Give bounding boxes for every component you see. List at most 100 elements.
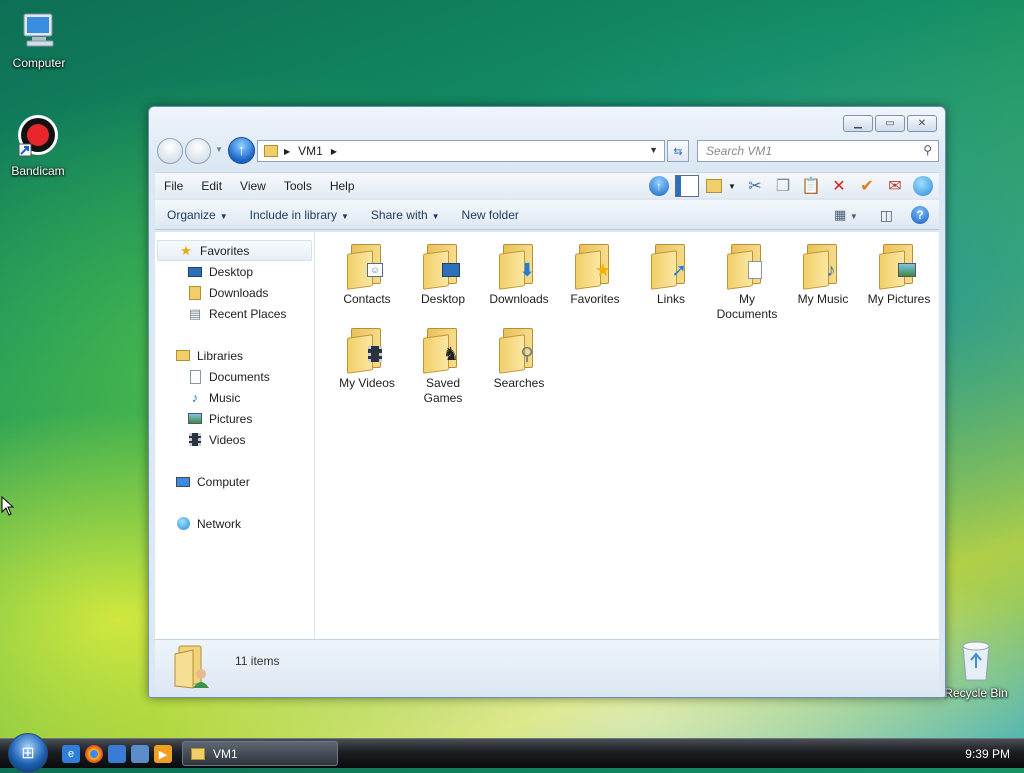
folder-icon	[725, 244, 769, 290]
folder-label: My Music	[797, 292, 849, 306]
start-button[interactable]: ⊞	[8, 733, 48, 773]
nav-pictures[interactable]: Pictures	[155, 408, 314, 429]
nav-favorites[interactable]: ★ Favorites	[157, 240, 312, 261]
folder-item[interactable]: My Videos	[329, 324, 405, 408]
document-icon	[187, 369, 203, 385]
search-icon[interactable]: ⚲	[923, 143, 932, 157]
nav-videos[interactable]: Videos	[155, 429, 314, 450]
chevron-down-icon: ▼	[219, 211, 228, 221]
chrome-icon[interactable]	[85, 745, 103, 763]
new-folder-label: New folder	[461, 207, 519, 222]
minimize-icon: ▁	[854, 118, 862, 129]
nav-downloads[interactable]: Downloads	[155, 282, 314, 303]
music-note-icon: ♪	[191, 390, 199, 405]
nav-label: Favorites	[200, 243, 250, 258]
download-arrow-icon: ⬇	[519, 259, 535, 280]
network-icon	[175, 516, 191, 532]
menu-edit[interactable]: Edit	[192, 179, 231, 193]
refresh-button[interactable]: ⇆	[667, 140, 689, 162]
folder-item[interactable]: ➚ Links	[633, 240, 709, 324]
nav-desktop[interactable]: Desktop	[155, 261, 314, 282]
new-folder-button[interactable]: New folder	[450, 208, 529, 222]
view-options-icon[interactable]: ▦ ▼	[834, 207, 858, 223]
menu-help[interactable]: Help	[321, 179, 364, 193]
folder-user-icon	[171, 644, 215, 690]
share-with-label: Share with	[370, 207, 428, 222]
folder-label: My Pictures	[867, 292, 931, 306]
desktop-icon-recycle-bin[interactable]: Recycle Bin	[940, 638, 1012, 700]
search-input[interactable]: Search VM1 ⚲	[697, 140, 939, 162]
folder-item[interactable]: ⬇ Downloads	[481, 240, 557, 324]
nav-computer[interactable]: Computer	[155, 471, 314, 492]
back-button[interactable]	[157, 138, 183, 164]
folder-item[interactable]: ☺ Contacts	[329, 240, 405, 324]
folder-item[interactable]: ⚲ Searches	[481, 324, 557, 408]
breadcrumb-separator-icon[interactable]: ▶	[331, 147, 337, 156]
clock[interactable]: 9:39 PM	[965, 747, 1010, 761]
command-bar: Organize ▼ Include in library ▼ Share with…	[155, 200, 939, 230]
menu-tools[interactable]: Tools	[275, 179, 321, 193]
menu-view[interactable]: View	[231, 179, 275, 193]
folder-options-icon[interactable]: ▼	[701, 175, 741, 197]
up-folder-icon[interactable]: ↑	[645, 175, 673, 197]
breadcrumb-separator-icon[interactable]: ▶	[284, 147, 290, 156]
nav-libraries[interactable]: Libraries	[155, 345, 314, 366]
chevron-down-icon: ▼	[341, 211, 349, 221]
organize-label: Organize	[167, 207, 216, 222]
navigation-bar: ▼ ↑ ▶ VM1 ▶ ▼ ⇆ Search VM1 ⚲	[157, 137, 939, 165]
show-desktop-icon[interactable]	[108, 745, 126, 763]
media-player-icon[interactable]: ▶	[154, 745, 172, 763]
folder-item[interactable]: My Pictures	[861, 240, 937, 324]
nav-documents[interactable]: Documents	[155, 366, 314, 387]
menu-file[interactable]: File	[155, 179, 192, 193]
chess-piece-icon: ♞	[442, 343, 460, 364]
desktop-icon-label: Computer	[12, 56, 66, 70]
share-with-button[interactable]: Share with ▼	[359, 208, 450, 222]
folder-icon: ★	[573, 244, 617, 290]
desktop-icon-computer[interactable]: Computer	[3, 10, 75, 70]
folder-item[interactable]: My Documents	[709, 240, 785, 324]
breadcrumb-vm1[interactable]: VM1	[298, 144, 323, 158]
delete-icon[interactable]: ✕	[825, 175, 853, 197]
internet-explorer-icon[interactable]: e	[62, 745, 80, 763]
help-button[interactable]: ?	[911, 206, 929, 224]
nav-music[interactable]: ♪ Music	[155, 387, 314, 408]
music-note-icon: ♪	[826, 259, 836, 280]
forward-button[interactable]	[185, 138, 211, 164]
desktop-icon-bandicam[interactable]: Bandicam	[2, 114, 74, 178]
preview-pane-icon[interactable]: ◫	[880, 207, 893, 224]
folder-label: My Videos	[339, 376, 395, 390]
globe-icon[interactable]	[909, 175, 937, 197]
folder-item[interactable]: Desktop	[405, 240, 481, 324]
panes-icon[interactable]	[673, 175, 701, 197]
folder-icon	[345, 328, 389, 374]
mouse-pointer-icon	[1, 496, 15, 516]
taskbar-button-vm1[interactable]: VM1	[182, 741, 338, 766]
folder-item[interactable]: ★ Favorites	[557, 240, 633, 324]
nav-network[interactable]: Network	[155, 513, 314, 534]
up-button[interactable]: ↑	[228, 137, 255, 164]
maximize-button[interactable]: ▭	[875, 115, 905, 132]
properties-check-icon[interactable]: ✔	[853, 175, 881, 197]
paste-icon[interactable]: 📋	[797, 175, 825, 197]
nav-recent-places[interactable]: ▤ Recent Places	[155, 303, 314, 324]
star-icon: ★	[180, 242, 192, 258]
include-in-library-button[interactable]: Include in library ▼	[238, 208, 359, 222]
address-bar[interactable]: ▶ VM1 ▶ ▼	[257, 140, 665, 162]
cut-icon[interactable]: ✂	[741, 175, 769, 197]
folder-icon: ♪	[801, 244, 845, 290]
minimize-button[interactable]: ▁	[843, 115, 873, 132]
folder-item[interactable]: ♪ My Music	[785, 240, 861, 324]
email-icon[interactable]: ✉	[881, 175, 909, 197]
desktop-icon	[439, 258, 463, 282]
folder-grid: ☺ Contacts Desktop ⬇ Downloads ★ Favorites ➚ Lin…	[329, 240, 937, 408]
organize-button[interactable]: Organize ▼	[155, 208, 238, 222]
nav-label: Documents	[209, 369, 270, 384]
address-dropdown-icon[interactable]: ▼	[649, 145, 658, 155]
copy-icon[interactable]: ❐	[769, 175, 797, 197]
film-icon	[187, 432, 203, 448]
close-button[interactable]: ✕	[907, 115, 937, 132]
switch-windows-icon[interactable]	[131, 745, 149, 763]
history-dropdown-icon[interactable]: ▼	[215, 145, 223, 154]
folder-item[interactable]: ♞ Saved Games	[405, 324, 481, 408]
